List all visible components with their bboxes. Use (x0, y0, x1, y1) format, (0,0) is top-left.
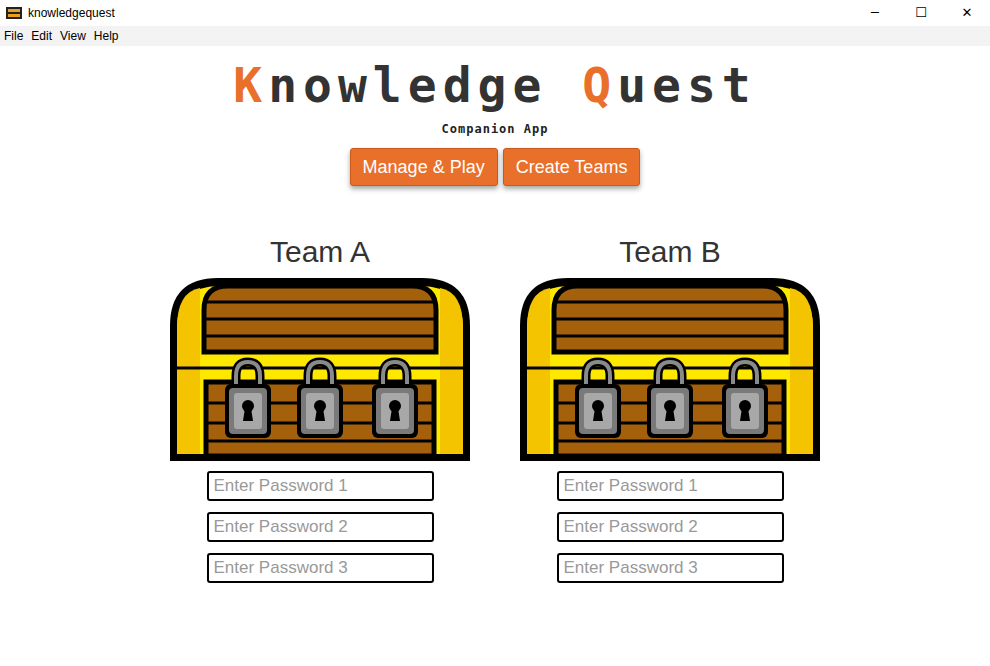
padlock-icon (225, 362, 271, 438)
team-panel: Team A (170, 234, 470, 583)
window-control-button[interactable]: ✕ (944, 0, 990, 26)
window-title: knowledgequest (28, 4, 115, 22)
app-logo: Knowledge Quest (233, 60, 757, 110)
menu-bar: FileEditViewHelp (0, 26, 990, 46)
team-name: Team B (619, 234, 721, 270)
app-subtitle: Companion App (442, 120, 549, 138)
team-name: Team A (270, 234, 370, 270)
padlock-icon (647, 362, 693, 438)
menu-item[interactable]: Help (90, 27, 123, 45)
team-panel: Team B (520, 234, 820, 583)
title-bar: knowledgequest ─☐✕ (0, 0, 990, 26)
password-input[interactable] (557, 512, 784, 542)
nav-buttons: Manage & PlayCreate Teams (350, 148, 641, 186)
window-control-button[interactable]: ─ (852, 0, 898, 26)
padlock-icon (575, 362, 621, 438)
password-input[interactable] (207, 512, 434, 542)
password-input[interactable] (207, 471, 434, 501)
padlock-icon (297, 362, 343, 438)
password-input[interactable] (557, 553, 784, 583)
treasure-chest-icon (170, 278, 470, 461)
app-window: knowledgequest─☐✕FileEditViewHelpKnowled… (0, 0, 990, 666)
padlock-icon (722, 362, 768, 438)
password-input[interactable] (557, 471, 784, 501)
menu-item[interactable]: File (0, 27, 27, 45)
padlock-icon (372, 362, 418, 438)
menu-item[interactable]: View (56, 27, 90, 45)
nav-button[interactable]: Create Teams (503, 148, 641, 186)
menu-item[interactable]: Edit (27, 27, 56, 45)
main-content: Knowledge Quest Companion App Manage & Pla… (0, 46, 990, 583)
app-icon (6, 7, 22, 19)
window-control-button[interactable]: ☐ (898, 0, 944, 26)
treasure-chest-icon (520, 278, 820, 461)
password-fields (557, 471, 784, 583)
nav-button[interactable]: Manage & Play (350, 148, 498, 186)
password-fields (207, 471, 434, 583)
password-input[interactable] (207, 553, 434, 583)
teams-row: Team A Team B (170, 234, 820, 583)
